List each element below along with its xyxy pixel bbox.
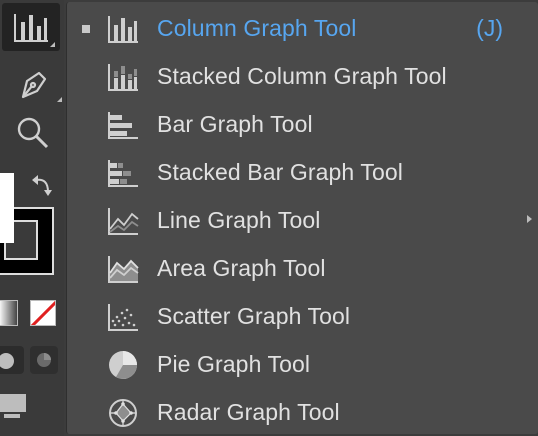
menu-item-label: Line Graph Tool xyxy=(157,207,321,233)
menu-item-radar-graph-tool[interactable]: Radar Graph Tool xyxy=(67,388,538,436)
tools-panel xyxy=(0,0,64,436)
menu-item-label: Stacked Bar Graph Tool xyxy=(157,159,403,185)
tearoff-arrow-icon[interactable] xyxy=(527,215,532,223)
stacked-column-graph-icon xyxy=(108,64,138,91)
selected-indicator xyxy=(82,25,90,33)
stacked-bar-graph-icon xyxy=(108,160,138,187)
menu-item-bar-graph-tool[interactable]: Bar Graph Tool xyxy=(67,100,538,148)
swap-fill-stroke-button[interactable] xyxy=(28,170,58,200)
menu-item-scatter-graph-tool[interactable]: Scatter Graph Tool xyxy=(67,292,538,340)
flyout-indicator xyxy=(57,97,62,102)
keyboard-shortcut: (J) xyxy=(476,15,503,41)
none-swatch[interactable] xyxy=(30,300,56,326)
menu-item-line-graph-tool[interactable]: Line Graph Tool xyxy=(67,196,538,244)
gradient-swatch[interactable] xyxy=(0,300,18,326)
draw-inside-icon xyxy=(37,353,51,367)
pen-tool-icon xyxy=(21,71,47,99)
menu-item-label: Bar Graph Tool xyxy=(157,111,313,137)
column-graph-tool-button[interactable] xyxy=(2,3,60,51)
graph-tools-flyout-menu: Column Graph Tool (J) Stacked Column Gra… xyxy=(66,2,538,434)
radar-graph-icon xyxy=(109,399,137,427)
zoom-tool-icon xyxy=(17,117,49,149)
screen-mode-icon xyxy=(0,394,26,418)
menu-item-label: Scatter Graph Tool xyxy=(157,303,351,329)
menu-item-label: Pie Graph Tool xyxy=(157,351,311,377)
flyout-indicator xyxy=(50,42,55,47)
column-graph-icon xyxy=(108,16,138,43)
line-graph-icon xyxy=(108,208,139,235)
menu-item-label: Stacked Column Graph Tool xyxy=(157,63,447,89)
zoom-tool-button[interactable] xyxy=(10,110,56,156)
drawing-mode-icon xyxy=(0,353,14,369)
pie-graph-icon xyxy=(109,351,137,379)
bar-graph-icon xyxy=(108,112,138,139)
menu-item-column-graph-tool[interactable]: Column Graph Tool (J) xyxy=(67,4,538,52)
draw-inside-button[interactable] xyxy=(30,346,58,374)
menu-item-label: Area Graph Tool xyxy=(157,255,326,281)
menu-item-label: Radar Graph Tool xyxy=(157,399,340,425)
pen-tool-button[interactable] xyxy=(8,58,62,108)
menu-item-pie-graph-tool[interactable]: Pie Graph Tool xyxy=(67,340,538,388)
fill-swatch[interactable] xyxy=(0,173,14,243)
menu-item-stacked-column-graph-tool[interactable]: Stacked Column Graph Tool xyxy=(67,52,538,100)
draw-normal-button[interactable] xyxy=(0,346,24,374)
area-graph-icon xyxy=(108,256,139,283)
menu-item-area-graph-tool[interactable]: Area Graph Tool xyxy=(67,244,538,292)
menu-item-stacked-bar-graph-tool[interactable]: Stacked Bar Graph Tool xyxy=(67,148,538,196)
menu-item-label: Column Graph Tool xyxy=(157,15,357,41)
scatter-graph-icon xyxy=(108,304,138,331)
swap-colors-icon xyxy=(32,175,52,196)
screen-mode-button[interactable] xyxy=(0,392,30,420)
column-graph-tool-icon xyxy=(14,14,48,42)
